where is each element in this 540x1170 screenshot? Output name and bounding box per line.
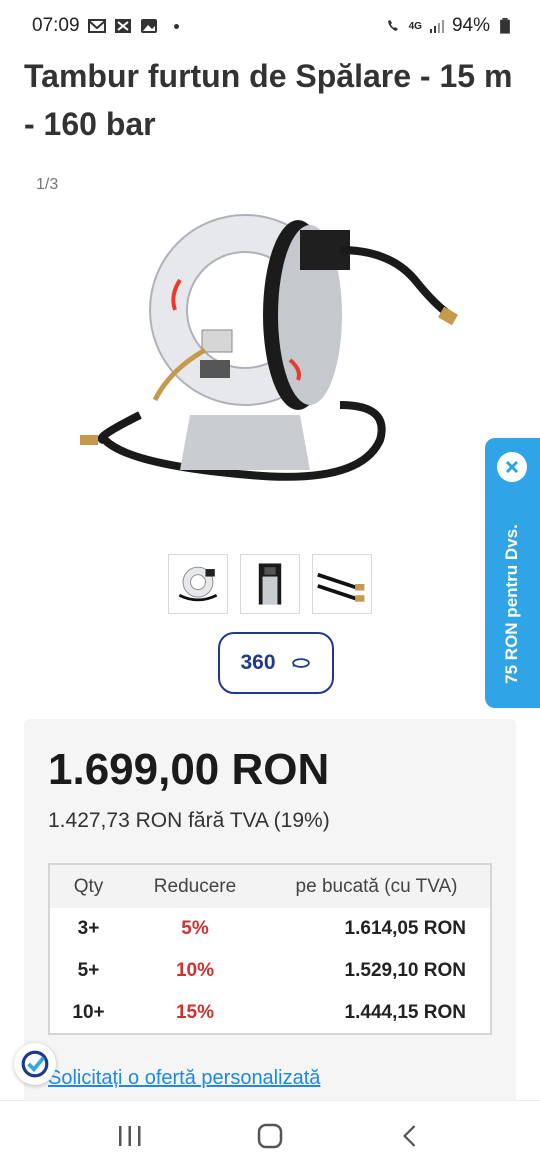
header-discount: Reducere: [127, 864, 263, 908]
back-chevron-icon: [403, 1124, 416, 1147]
thumbnail-fittings-icon: [317, 572, 365, 602]
battery-icon: [500, 18, 510, 34]
verified-badge[interactable]: [14, 1043, 56, 1085]
row-unit-price: 1.529,10 RON: [344, 960, 466, 981]
row-discount: 5%: [181, 918, 209, 939]
table-row: 10+ 15% 1.444,15 RON: [49, 992, 491, 1034]
row-qty: 10+: [72, 1001, 105, 1023]
image-counter: 1/3: [36, 176, 59, 193]
network-label: 4G: [408, 20, 422, 32]
row-discount: 10%: [175, 960, 215, 981]
thumbnail-3[interactable]: [312, 554, 372, 614]
row-qty: 3+: [77, 918, 100, 939]
thumbnail-strip: [168, 554, 372, 614]
back-button[interactable]: [380, 1111, 440, 1161]
home-button[interactable]: [240, 1111, 300, 1161]
product-title: Tambur furtun de Spălare - 15 m - 160 ba…: [24, 58, 513, 142]
app-x-icon: [114, 19, 131, 33]
view-360-button[interactable]: 360: [218, 632, 334, 694]
product-image[interactable]: [70, 200, 470, 520]
header-qty: Qty: [49, 864, 127, 908]
header-unit-price: pe bucată (cu TVA): [263, 864, 491, 908]
status-bar: 07:09 4G 94%: [0, 0, 540, 52]
close-icon: [505, 460, 519, 474]
row-discount: 15%: [175, 1001, 215, 1023]
view-360-label: 360: [240, 651, 276, 674]
shield-check-icon: [21, 1050, 49, 1078]
recent-apps-icon: [119, 1125, 141, 1146]
price-main: 1.699,00 RON: [48, 745, 330, 794]
recent-apps-button[interactable]: [100, 1111, 160, 1161]
notification-dot: [173, 23, 179, 29]
table-header-row: Qty Reducere pe bucată (cu TVA): [49, 864, 491, 908]
price-panel: 1.699,00 RON 1.427,73 RON fără TVA (19%)…: [24, 719, 516, 1119]
custom-offer-link[interactable]: Solicitați o ofertă personalizată: [48, 1067, 320, 1090]
row-qty: 5+: [77, 960, 100, 981]
status-time: 07:09: [32, 15, 80, 36]
price-net: 1.427,73 RON fără TVA (19%): [48, 809, 330, 832]
home-icon: [257, 1123, 283, 1148]
gmail-icon: [87, 19, 106, 33]
promo-text: 75 RON pentru Dvs.: [502, 524, 521, 684]
rotate-icon: [291, 658, 310, 668]
table-row: 5+ 10% 1.529,10 RON: [49, 950, 491, 992]
quantity-discount-table: Qty Reducere pe bucată (cu TVA) 3+ 5% 1.…: [48, 863, 492, 1035]
row-unit-price: 1.444,15 RON: [344, 1001, 466, 1023]
thumbnail-2[interactable]: [240, 554, 300, 614]
promo-close-button[interactable]: [497, 452, 527, 482]
signal-icon: [429, 20, 444, 33]
battery-percent: 94%: [451, 15, 490, 36]
promo-side-tab[interactable]: 75 RON pentru Dvs.: [485, 438, 540, 708]
wifi-call-icon: [387, 20, 398, 31]
thumbnail-1[interactable]: [168, 554, 228, 614]
thumbnail-side-icon: [258, 563, 282, 605]
row-unit-price: 1.614,05 RON: [344, 918, 466, 939]
table-row: 3+ 5% 1.614,05 RON: [49, 908, 491, 950]
gallery-icon: [140, 19, 157, 33]
thumbnail-reel-icon: [178, 566, 218, 602]
system-nav-bar: [0, 1100, 540, 1170]
